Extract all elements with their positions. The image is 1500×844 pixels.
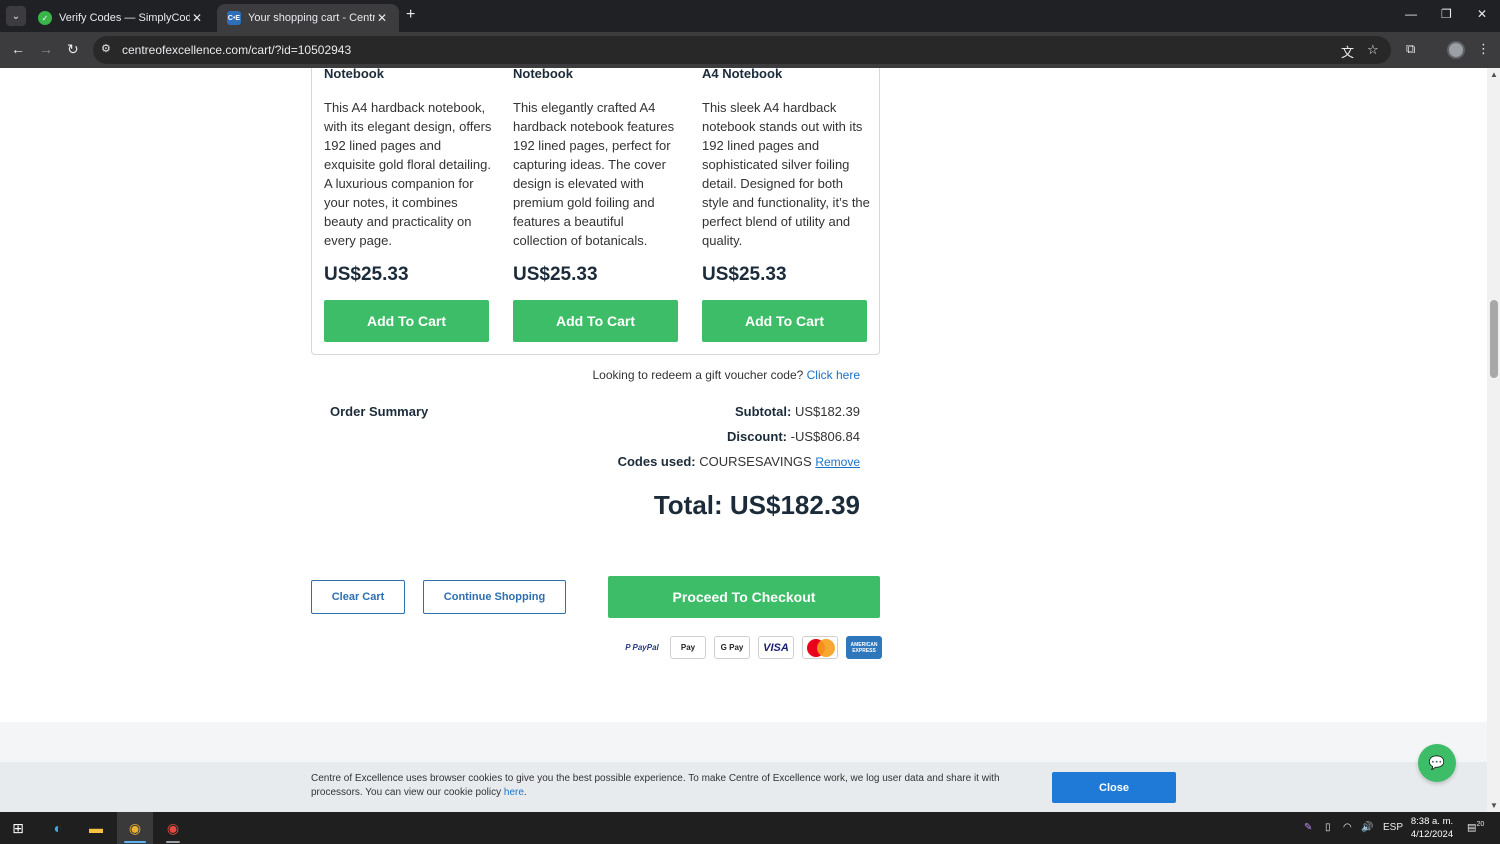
new-tab-icon[interactable]: + <box>406 6 415 24</box>
file-explorer-icon[interactable]: ▬ <box>84 816 108 840</box>
clock-date: 4/12/2024 <box>1410 829 1454 840</box>
bookmark-star-icon[interactable]: ☆ <box>1367 42 1379 58</box>
simplycodes-favicon-icon: ✓ <box>38 11 52 25</box>
footer-band <box>0 722 1487 762</box>
add-to-cart-button[interactable]: Add To Cart <box>513 300 678 342</box>
order-summary-heading: Order Summary <box>330 404 429 419</box>
cookie-banner: Centre of Excellence uses browser cookie… <box>0 762 1487 812</box>
order-total: Total: US$182.39 <box>653 490 860 520</box>
product-name[interactable]: Notebook <box>513 68 573 81</box>
chat-help-icon[interactable]: 💬 <box>1418 744 1456 782</box>
product-price: US$25.33 <box>702 264 787 285</box>
cookie-text: Centre of Excellence uses browser cookie… <box>311 773 1000 798</box>
clear-cart-button[interactable]: Clear Cart <box>311 580 405 614</box>
cookie-message: Centre of Excellence uses browser cookie… <box>311 773 1000 798</box>
add-to-cart-button[interactable]: Add To Cart <box>324 300 489 342</box>
edge-browser-icon[interactable]: ◐ <box>46 816 70 840</box>
battery-icon[interactable]: ▯ <box>1325 822 1331 833</box>
notification-center-icon[interactable]: ▤20 <box>1467 821 1484 833</box>
url-text[interactable]: centreofexcellence.com/cart/?id=10502943 <box>122 43 351 57</box>
discount-label: Discount: <box>727 429 787 444</box>
american-express-icon: AMERICAN EXPRESS <box>846 636 882 659</box>
forward-icon[interactable]: → <box>39 41 53 57</box>
scroll-thumb[interactable] <box>1490 300 1498 378</box>
coe-favicon-icon: C•E <box>227 11 241 25</box>
menu-kebab-icon[interactable]: ⋮ <box>1477 41 1490 57</box>
browser-tab-bar: ⌄ ✓ Verify Codes — SimplyCodes ✕ C•E You… <box>0 0 1500 32</box>
pen-icon[interactable]: ✎ <box>1304 822 1312 833</box>
page-scrollbar[interactable]: ▲ ▼ <box>1487 68 1500 812</box>
clock-time: 8:38 a. m. <box>1410 816 1454 827</box>
extensions-icon[interactable]: ⧉ <box>1406 41 1415 57</box>
windows-start-icon[interactable]: ⊞ <box>6 816 30 840</box>
scroll-down-icon[interactable]: ▼ <box>1490 801 1498 810</box>
product-recommendations: Notebook This A4 hardback notebook, with… <box>311 68 880 355</box>
browser-toolbar: ← → ↻ ⚙ centreofexcellence.com/cart/?id=… <box>0 32 1500 68</box>
coupon-code-value: COURSESAVINGS <box>699 454 812 469</box>
wifi-icon[interactable]: ◠ <box>1343 822 1352 833</box>
product-price: US$25.33 <box>513 264 598 285</box>
profile-avatar-icon[interactable] <box>1447 41 1465 59</box>
tab-title: Verify Codes — SimplyCodes <box>59 12 190 24</box>
product-price: US$25.33 <box>324 264 409 285</box>
visa-icon: VISA <box>758 636 794 659</box>
voucher-click-here-link[interactable]: Click here <box>807 368 860 382</box>
tab-title: Your shopping cart - Centre of <box>248 12 375 24</box>
windows-taskbar: ⊞ ◐ ▬ ◉ ◉ ✎ ▯ ◠ 🔊 ESP 8:38 a. m. 4/12/20… <box>0 812 1500 844</box>
system-clock[interactable]: 8:38 a. m. 4/12/2024 <box>1406 815 1458 841</box>
payment-methods: P PayPal Pay G Pay VISA AMERICAN EXPRESS <box>622 636 882 660</box>
gift-voucher-prompt: Looking to redeem a gift voucher code? C… <box>460 368 860 382</box>
running-app-indicator <box>166 841 180 843</box>
scroll-up-icon[interactable]: ▲ <box>1490 70 1498 79</box>
mastercard-icon <box>802 636 838 659</box>
paypal-icon: P PayPal <box>622 636 662 659</box>
voucher-text: Looking to redeem a gift voucher code? <box>592 368 804 382</box>
minimize-icon[interactable]: — <box>1405 7 1417 21</box>
page-content: Notebook This A4 hardback notebook, with… <box>0 68 1487 812</box>
product-description: This sleek A4 hardback notebook stands o… <box>702 100 870 248</box>
notification-count: 20 <box>1476 821 1485 828</box>
remove-code-link[interactable]: Remove <box>815 455 860 469</box>
apple-pay-icon: Pay <box>670 636 706 659</box>
address-bar[interactable]: ⚙ centreofexcellence.com/cart/?id=105029… <box>93 36 1391 64</box>
back-icon[interactable]: ← <box>11 41 25 57</box>
add-to-cart-button[interactable]: Add To Cart <box>702 300 867 342</box>
volume-icon[interactable]: 🔊 <box>1361 822 1373 833</box>
cookie-close-button[interactable]: Close <box>1052 772 1176 803</box>
google-pay-icon: G Pay <box>714 636 750 659</box>
reload-icon[interactable]: ↻ <box>67 41 79 58</box>
product-name[interactable]: Notebook <box>324 68 384 81</box>
product-name[interactable]: A4 Notebook <box>702 68 782 81</box>
tab-verify-codes[interactable]: ✓ Verify Codes — SimplyCodes ✕ <box>28 4 214 32</box>
product-description: This A4 hardback notebook, with its eleg… <box>324 100 492 248</box>
proceed-to-checkout-button[interactable]: Proceed To Checkout <box>608 576 880 618</box>
active-app-indicator <box>124 841 146 843</box>
cookie-policy-link[interactable]: here <box>504 787 524 798</box>
chrome-profile-icon[interactable]: ◉ <box>161 816 185 840</box>
restore-icon[interactable]: ❐ <box>1441 7 1452 21</box>
chrome-icon[interactable]: ◉ <box>123 816 147 840</box>
discount-value: -US$806.84 <box>790 429 860 444</box>
subtotal-label: Subtotal: <box>734 404 792 419</box>
tab-search-button[interactable]: ⌄ <box>6 6 26 26</box>
continue-shopping-button[interactable]: Continue Shopping <box>423 580 566 614</box>
tab-shopping-cart[interactable]: C•E Your shopping cart - Centre of ✕ <box>217 4 399 32</box>
discount-line: Discount: -US$806.84 <box>460 429 860 444</box>
translate-icon[interactable]: 文 <box>1341 42 1354 61</box>
codes-used-label: Codes used: <box>617 454 696 469</box>
window-close-icon[interactable]: ✕ <box>1477 7 1487 21</box>
subtotal-line: Subtotal: US$182.39 <box>460 404 860 419</box>
product-description: This elegantly crafted A4 hardback noteb… <box>513 100 675 248</box>
close-tab-icon[interactable]: ✕ <box>190 11 204 25</box>
site-info-icon[interactable]: ⚙ <box>101 42 111 55</box>
close-tab-icon[interactable]: ✕ <box>375 11 389 25</box>
subtotal-value: US$182.39 <box>794 404 860 419</box>
input-language[interactable]: ESP <box>1383 822 1403 833</box>
codes-used-line: Codes used: COURSESAVINGS Remove <box>460 454 860 469</box>
